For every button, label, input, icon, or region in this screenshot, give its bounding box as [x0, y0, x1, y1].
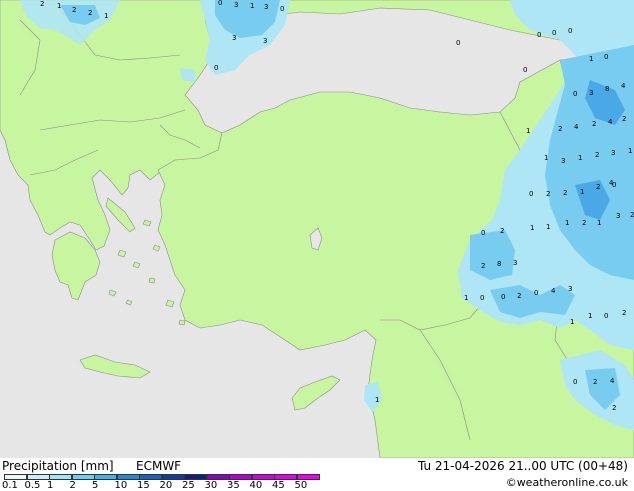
precip-value-label: 1 — [589, 55, 593, 63]
precip-value-label: 2 — [582, 219, 586, 227]
precip-value-label: 3 — [234, 1, 238, 9]
precip-value-label: 4 — [551, 287, 556, 295]
precip-value-label: 0 — [523, 66, 527, 74]
precip-value-label: 4 — [608, 118, 613, 126]
precip-value-label: 3 — [232, 34, 236, 42]
precip-value-label: 1 — [57, 2, 61, 10]
precip-value-label: 3 — [589, 89, 593, 97]
precip-value-label: 4 — [574, 123, 579, 131]
precip-value-label: 2 — [593, 378, 597, 386]
precip-value-label: 2 — [592, 120, 596, 128]
precip-value-label: 4 — [621, 82, 626, 90]
precip-value-label: 0 — [573, 90, 577, 98]
precip-value-label: 2 — [40, 0, 44, 8]
precip-value-label: 2 — [622, 115, 626, 123]
precip-value-label: 1 — [546, 223, 550, 231]
precip-value-label: 0 — [612, 181, 616, 189]
precip-value-label: 2 — [563, 189, 567, 197]
precip-value-label: 2 — [622, 309, 626, 317]
precip-value-label: 0 — [456, 39, 460, 47]
legend-tick-label: 5 — [92, 480, 99, 491]
legend-tick-label: 25 — [182, 480, 195, 491]
legend-tick-label: 50 — [294, 480, 308, 491]
legend-tick-label: 2 — [69, 480, 76, 491]
valid-time: Tu 21-04-2026 21..00 UTC (00+48) — [417, 459, 628, 473]
precip-value-label: 1 — [580, 188, 584, 196]
precip-value-label: 0 — [280, 5, 284, 13]
legend-tick-label: 0.5 — [24, 480, 41, 491]
precip-value-label: 8 — [497, 260, 501, 268]
precip-value-label: 0 — [604, 312, 608, 320]
legend-tick-label: 20 — [159, 480, 173, 491]
precip-value-label: 2 — [88, 9, 92, 17]
legend-tick-label: 1 — [47, 480, 54, 491]
footer: Precipitation [mm] ECMWF Tu 21-04-2026 2… — [0, 458, 634, 491]
precip-value-label: 1 — [628, 147, 632, 155]
precip-value-label: 3 — [611, 149, 615, 157]
precip-value-label: 2 — [481, 262, 485, 270]
precip-value-label: 2 — [612, 404, 616, 412]
precip-value-label: 0 — [537, 31, 541, 39]
model-name: ECMWF — [136, 459, 182, 473]
precip-value-label: 0 — [568, 27, 572, 35]
precip-value-label: 0 — [501, 293, 505, 301]
precip-value-label: 1 — [570, 318, 574, 326]
precip-value-label: 3 — [264, 3, 268, 11]
precip-value-label: 1 — [464, 294, 468, 302]
precip-value-label: 1 — [544, 154, 548, 162]
legend-tick-label: 40 — [249, 480, 263, 491]
precip-value-label: 2 — [558, 125, 562, 133]
precip-value-label: 2 — [72, 6, 76, 14]
precip-value-label: 1 — [597, 219, 601, 227]
precip-value-label: 1 — [104, 12, 108, 20]
precip-value-label: 1 — [578, 154, 582, 162]
precip-value-label: 1 — [375, 396, 379, 404]
precip-value-label: 3 — [616, 212, 620, 220]
legend-title: Precipitation [mm] — [2, 459, 114, 473]
precip-value-label: 0 — [214, 64, 218, 72]
precip-value-label: 1 — [565, 219, 569, 227]
precip-area — [180, 68, 195, 82]
precip-value-label: 1 — [530, 224, 534, 232]
precip-value-label: 4 — [610, 377, 615, 385]
precip-value-label: 0 — [573, 378, 577, 386]
precip-value-label: 0 — [481, 229, 485, 237]
precip-value-label: 3 — [568, 285, 572, 293]
precip-value-label: 2 — [630, 211, 634, 219]
credit: ©weatheronline.co.uk — [505, 476, 628, 489]
precip-value-label: 1 — [526, 127, 530, 135]
precip-value-label: 3 — [263, 37, 267, 45]
precip-value-label: 2 — [517, 292, 521, 300]
legend-tick-label: 35 — [227, 480, 240, 491]
precip-value-label: 1 — [250, 2, 254, 10]
legend-tick-label: 10 — [114, 480, 128, 491]
precip-value-label: 0 — [529, 190, 533, 198]
precipitation-map: 2 1 2 2 1 0 3 1 3 0 3 3 0 0 0 0 0 0 1 0 3 8 4 0 1 2 4 2 4 2 1 3 1 2 3 1 4 0 2 2… — [0, 0, 634, 458]
precip-value-label: 0 — [604, 53, 608, 61]
precip-value-label: 3 — [561, 157, 565, 165]
precip-value-label: 0 — [534, 289, 538, 297]
precip-value-label: 1 — [588, 312, 592, 320]
precip-value-label: 2 — [596, 183, 600, 191]
precip-value-label: 0 — [218, 0, 222, 7]
precip-area — [470, 230, 515, 280]
legend-tick-label: 45 — [272, 480, 285, 491]
legend-tick-label: 30 — [204, 480, 218, 491]
precip-value-label: 8 — [605, 85, 609, 93]
legend-tick-label: 15 — [137, 480, 150, 491]
precip-value-label: 0 — [480, 294, 484, 302]
precip-value-label: 0 — [552, 29, 556, 37]
precip-value-label: 2 — [546, 190, 550, 198]
precip-value-label: 3 — [513, 259, 517, 267]
legend-tick-label: 0.1 — [2, 480, 18, 491]
precip-value-label: 2 — [500, 227, 504, 235]
precip-value-label: 2 — [595, 151, 599, 159]
